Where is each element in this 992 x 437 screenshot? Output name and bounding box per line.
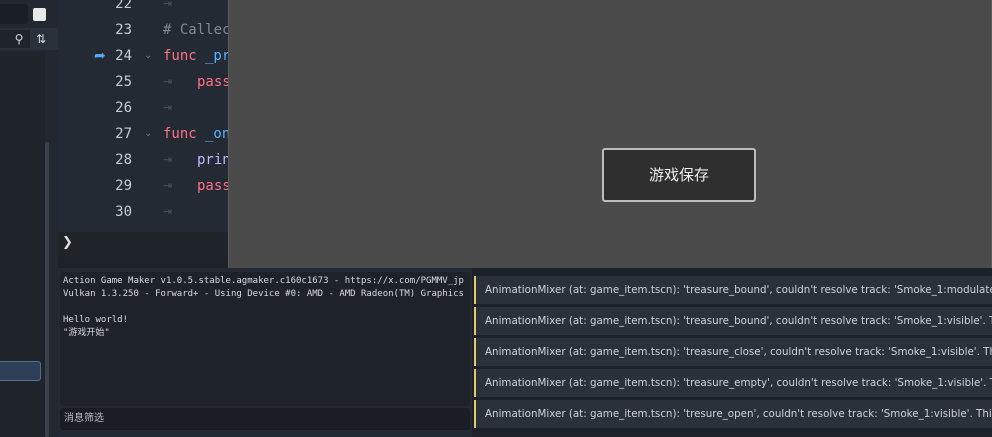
fold-chevron-icon[interactable]: ⌄ bbox=[144, 121, 152, 147]
line-number: 25 bbox=[115, 74, 132, 90]
warning-item[interactable]: AnimationMixer (at: game_item.tscn): 'tr… bbox=[474, 338, 992, 366]
console-prompt-icon[interactable]: ❯ bbox=[62, 234, 73, 252]
game-window-dialog bbox=[228, 0, 992, 273]
code-keyword: pass bbox=[197, 178, 231, 194]
line-number: 22 bbox=[115, 0, 132, 12]
message-filter-input[interactable] bbox=[60, 408, 470, 430]
line-number: 26 bbox=[115, 100, 132, 116]
tab-marker-icon: ⇥ bbox=[163, 75, 173, 88]
code-keyword: pass bbox=[197, 74, 231, 90]
log-line: "游戏开始" bbox=[63, 328, 110, 338]
code-keyword: func bbox=[163, 48, 197, 64]
sidebar-scrollbar[interactable] bbox=[45, 142, 49, 437]
line-number: 27 bbox=[115, 126, 132, 142]
search-icon[interactable]: ⚲ bbox=[12, 32, 26, 46]
line-number: 30 bbox=[115, 204, 132, 220]
save-game-button[interactable]: 游戏保存 bbox=[602, 148, 756, 202]
message-filter-placeholder: 消息筛选 bbox=[64, 413, 104, 424]
tab-marker-icon: ⇥ bbox=[163, 205, 173, 218]
sort-icon[interactable]: ⇅ bbox=[34, 32, 48, 46]
code-function-name: _on bbox=[205, 126, 231, 142]
bookmark-arrow-icon[interactable]: ➦ bbox=[94, 48, 110, 64]
line-number: 23 bbox=[115, 22, 132, 38]
code-function-name: _pr bbox=[205, 48, 231, 64]
code-comment: # Callec bbox=[163, 22, 231, 38]
warning-item[interactable]: AnimationMixer (at: game_item.tscn): 'tr… bbox=[474, 400, 992, 428]
tab-marker-icon: ⇥ bbox=[163, 101, 173, 114]
log-line: Hello world! bbox=[63, 315, 129, 325]
sidebar-selected-item[interactable] bbox=[0, 361, 41, 381]
tab-marker-icon: ⇥ bbox=[163, 0, 173, 10]
log-line: Action Game Maker v1.0.5.stable.agmaker.… bbox=[63, 276, 464, 286]
tab-marker-icon: ⇥ bbox=[163, 179, 173, 192]
editor-console-bar bbox=[58, 232, 238, 256]
line-number: 29 bbox=[115, 178, 132, 194]
code-keyword: func bbox=[163, 126, 197, 142]
sidebar-checkbox[interactable] bbox=[33, 8, 46, 21]
warning-item[interactable]: AnimationMixer (at: game_item.tscn): 'tr… bbox=[474, 276, 992, 304]
fold-chevron-icon[interactable]: ⌄ bbox=[144, 43, 152, 69]
warning-item[interactable]: AnimationMixer (at: game_item.tscn): 'tr… bbox=[474, 307, 992, 335]
sidebar-path-field[interactable] bbox=[0, 4, 28, 24]
tab-marker-icon: ⇥ bbox=[163, 153, 173, 166]
code-builtin: prin bbox=[197, 152, 231, 168]
log-line: Vulkan 1.3.250 - Forward+ - Using Device… bbox=[63, 289, 464, 299]
warning-item[interactable]: AnimationMixer (at: game_item.tscn): 'tr… bbox=[474, 369, 992, 397]
line-number: 28 bbox=[115, 152, 132, 168]
